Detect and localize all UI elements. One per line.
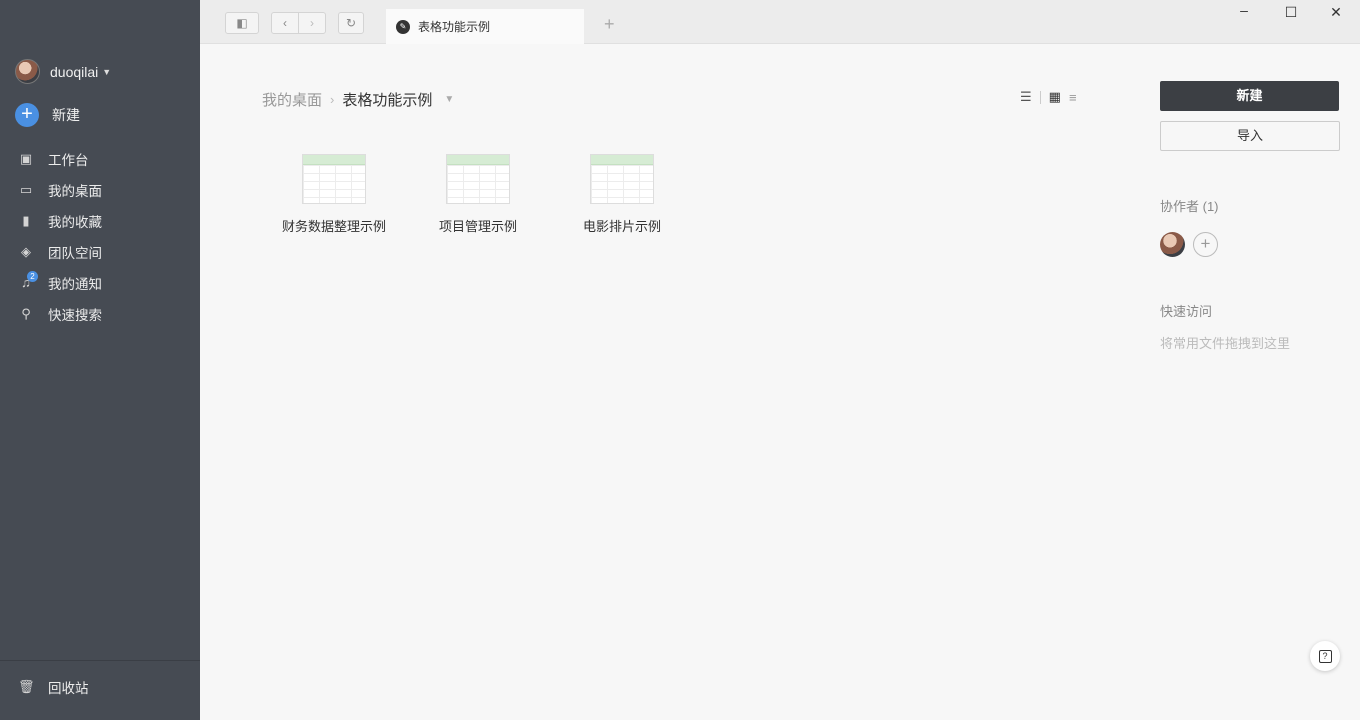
view-tools: ☰ ▦ ≡: [1020, 89, 1077, 105]
divider: [1039, 90, 1041, 104]
sidebar-new-label: 新建: [52, 107, 80, 123]
layout-icon: ◧: [236, 16, 248, 30]
spreadsheet-icon: [302, 154, 366, 204]
collaborators-list: +: [1160, 232, 1218, 257]
new-tab-button[interactable]: +: [604, 14, 615, 35]
sidebar-item-workbench[interactable]: ▣ 工作台: [0, 143, 200, 174]
plus-icon: +: [15, 103, 39, 127]
import-button[interactable]: 导入: [1160, 121, 1340, 151]
spreadsheet-icon: [446, 154, 510, 204]
back-button[interactable]: ‹: [271, 12, 299, 34]
file-item[interactable]: 项目管理示例: [406, 154, 550, 235]
sidebar-new-button[interactable]: + 新建: [15, 103, 80, 127]
chevron-left-icon: ‹: [283, 16, 287, 30]
sidebar-item-label: 回收站: [48, 680, 89, 696]
chevron-right-icon: ›: [310, 16, 314, 30]
avatar[interactable]: [1160, 232, 1185, 257]
sort-icon[interactable]: ☰: [1020, 89, 1032, 105]
box-icon: ▣: [19, 150, 33, 166]
maximize-button[interactable]: ☐: [1279, 4, 1303, 24]
help-button[interactable]: ?: [1310, 641, 1340, 671]
chevron-right-icon: ›: [330, 92, 335, 107]
cube-icon: ◈: [21, 243, 31, 259]
spreadsheet-icon: [590, 154, 654, 204]
top-bar: ◧ ‹ › ↻ ✎ 表格功能示例 + – ☐ ✕: [200, 0, 1360, 44]
sidebar: duoqilai ▼ + 新建 ▣ 工作台 ▭ 我的桌面 ▮ 我的收藏 ◈ 团队…: [0, 0, 200, 720]
caret-down-icon[interactable]: ▼: [444, 94, 454, 105]
caret-down-icon: ▼: [102, 66, 112, 77]
refresh-icon: ↻: [345, 16, 357, 30]
file-name: 电影排片示例: [582, 219, 661, 234]
trash-icon: 🗑: [18, 678, 35, 694]
minimize-button[interactable]: –: [1232, 2, 1256, 22]
notification-badge: 2: [27, 271, 38, 282]
desktop-icon: ▭: [19, 181, 33, 197]
breadcrumb: 我的桌面 › 表格功能示例 ▼: [262, 89, 454, 110]
sidebar-item-label: 团队空间: [48, 245, 102, 261]
sidebar-item-label: 快速搜索: [48, 307, 102, 323]
refresh-button[interactable]: ↻: [338, 12, 364, 34]
tab-label: 表格功能示例: [418, 20, 491, 34]
sidebar-item-label: 我的通知: [48, 276, 102, 292]
sidebar-nav: ▣ 工作台 ▭ 我的桌面 ▮ 我的收藏 ◈ 团队空间 ♫ 2 我的通知 ⚲ 快速…: [0, 143, 200, 329]
sidebar-item-notifications[interactable]: ♫ 2 我的通知: [0, 267, 200, 298]
quick-access-title: 快速访问: [1160, 304, 1213, 319]
user-menu[interactable]: duoqilai ▼: [15, 59, 111, 84]
list-view-icon[interactable]: ≡: [1069, 90, 1077, 105]
file-name: 项目管理示例: [438, 219, 517, 234]
sidebar-item-label: 我的桌面: [48, 183, 102, 199]
bookmark-icon: ▮: [22, 212, 30, 228]
sidebar-divider: [0, 660, 200, 661]
user-name: duoqilai: [50, 63, 99, 80]
avatar: [15, 59, 40, 84]
tab-active[interactable]: ✎ 表格功能示例: [386, 9, 584, 44]
file-name: 财务数据整理示例: [281, 219, 386, 234]
sidebar-item-trash[interactable]: 🗑 回收站: [0, 671, 89, 702]
collaborators-title: 协作者 (1): [1160, 199, 1219, 214]
sidebar-item-team-space[interactable]: ◈ 团队空间: [0, 236, 200, 267]
add-collaborator-button[interactable]: +: [1193, 232, 1218, 257]
sidebar-item-label: 工作台: [48, 152, 89, 168]
file-grid: 财务数据整理示例 项目管理示例 电影排片示例: [262, 154, 694, 235]
toggle-sidebar-button[interactable]: ◧: [225, 12, 259, 34]
sidebar-item-favorites[interactable]: ▮ 我的收藏: [0, 205, 200, 236]
search-icon: ⚲: [21, 305, 31, 321]
forward-button[interactable]: ›: [298, 12, 326, 34]
quick-access-hint: 将常用文件拖拽到这里: [1160, 336, 1291, 351]
file-item[interactable]: 电影排片示例: [550, 154, 694, 235]
close-button[interactable]: ✕: [1324, 4, 1348, 24]
breadcrumb-root[interactable]: 我的桌面: [262, 89, 322, 110]
sidebar-item-label: 我的收藏: [48, 214, 102, 230]
sidebar-item-my-desktop[interactable]: ▭ 我的桌面: [0, 174, 200, 205]
new-button[interactable]: 新建: [1160, 81, 1339, 111]
file-item[interactable]: 财务数据整理示例: [262, 154, 406, 235]
breadcrumb-current: 表格功能示例: [342, 92, 433, 109]
grid-view-icon[interactable]: ▦: [1049, 89, 1061, 105]
sidebar-item-quick-search[interactable]: ⚲ 快速搜索: [0, 298, 200, 329]
app-logo-icon: ✎: [396, 19, 410, 34]
help-icon: ?: [1318, 649, 1332, 663]
